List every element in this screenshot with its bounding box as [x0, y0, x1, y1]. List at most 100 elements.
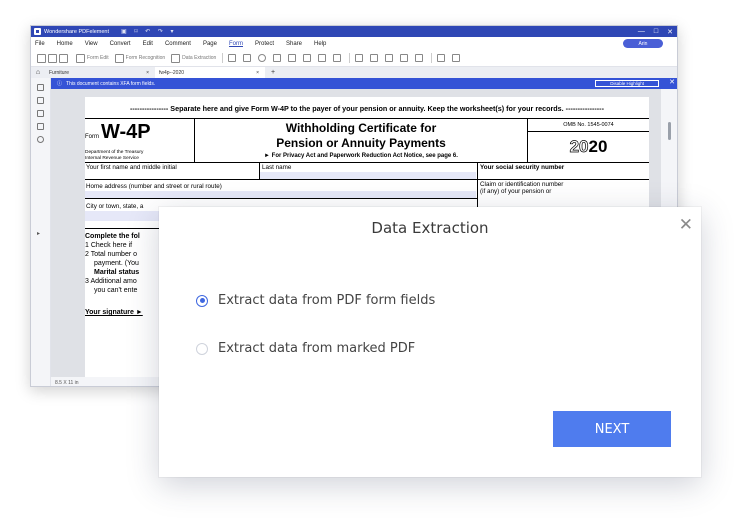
- text-field-icon[interactable]: [228, 54, 237, 62]
- hand-tool-icon[interactable]: [48, 53, 57, 63]
- image-field-icon[interactable]: [318, 54, 327, 62]
- thumbnail-icon[interactable]: [37, 84, 44, 91]
- address-field[interactable]: [85, 191, 476, 198]
- data-extraction-dialog: Data Extraction ✕ Extract data from PDF …: [159, 207, 701, 477]
- form-toolbar: Form Edit Form Recognition Data Extracti…: [31, 50, 677, 67]
- menu-help[interactable]: Help: [314, 41, 326, 47]
- close-window-button[interactable]: ✕: [667, 28, 673, 36]
- notice-text: This document contains XFA form fields.: [66, 80, 156, 87]
- radio-button-icon[interactable]: [258, 54, 267, 62]
- option-extract-form-fields[interactable]: Extract data from PDF form fields: [196, 293, 435, 308]
- screen: Wondershare PDFelement ▣ ⌑ ↶ ↷ ▾ — □ ✕ F…: [0, 0, 742, 525]
- tab-furniture[interactable]: Furniture ×: [45, 67, 155, 78]
- list-box-icon[interactable]: [288, 54, 297, 62]
- close-tab-icon[interactable]: ×: [256, 70, 259, 76]
- menu-share[interactable]: Share: [286, 41, 302, 47]
- import-data-icon[interactable]: [370, 54, 379, 62]
- toolbar-divider: [431, 53, 433, 63]
- new-tab-button[interactable]: +: [271, 69, 275, 76]
- combo-box-icon[interactable]: [273, 54, 282, 62]
- form-year: 2020: [569, 137, 608, 157]
- left-sidebar: ▸: [31, 78, 51, 386]
- close-tab-icon[interactable]: ×: [146, 70, 149, 76]
- select-tool-icon[interactable]: [37, 53, 46, 63]
- form-title-block: Withholding Certificate for Pension or A…: [195, 119, 527, 162]
- menu-home[interactable]: Home: [57, 41, 73, 47]
- claim-label: Claim or identification number (if any) …: [480, 181, 564, 195]
- align-icon[interactable]: [437, 54, 446, 62]
- user-account-button[interactable]: Arin: [623, 39, 663, 48]
- form-recognition-button[interactable]: Form Recognition: [114, 53, 165, 63]
- data-extraction-button[interactable]: Data Extraction: [171, 53, 216, 63]
- menu-convert[interactable]: Convert: [110, 41, 131, 47]
- export-data-icon[interactable]: [385, 54, 394, 62]
- app-logo-icon: [34, 28, 41, 35]
- quick-access-icons[interactable]: ▣ ⌑ ↶ ↷ ▾: [121, 28, 176, 35]
- bookmark-icon[interactable]: [37, 97, 44, 104]
- rule: [85, 198, 477, 199]
- menu-edit[interactable]: Edit: [143, 41, 153, 47]
- form-edit-button[interactable]: Form Edit: [76, 53, 109, 63]
- checkbox-icon[interactable]: [243, 54, 252, 62]
- next-button[interactable]: NEXT: [553, 411, 671, 447]
- home-icon[interactable]: ⌂: [31, 69, 45, 76]
- menu-protect[interactable]: Protect: [255, 41, 274, 47]
- signature-label: Your signature ►: [85, 309, 143, 316]
- form-id: W-4P: [101, 121, 151, 143]
- last-name-label: Last name: [262, 164, 292, 171]
- attachment-icon[interactable]: [37, 123, 44, 130]
- ssn-label: Your social security number: [480, 164, 565, 171]
- close-notice-icon[interactable]: ✕: [669, 78, 675, 86]
- scrollbar-thumb[interactable]: [668, 122, 671, 140]
- rule: [85, 162, 649, 163]
- edit-tool-icon[interactable]: [59, 53, 68, 63]
- title-bar: Wondershare PDFelement ▣ ⌑ ↶ ↷ ▾ — □ ✕: [31, 26, 677, 37]
- button-field-icon[interactable]: [303, 54, 312, 62]
- tab-fw4p-2020[interactable]: fw4p--2020 ×: [155, 67, 265, 78]
- address-label: Home address (number and street or rural…: [86, 183, 222, 190]
- window-controls: — □ ✕: [638, 26, 673, 37]
- page-size: 8.5 X 11 in: [55, 379, 79, 386]
- form-recognition-icon: [114, 53, 124, 63]
- highlight-fields-icon[interactable]: [415, 54, 424, 62]
- form-title: Withholding Certificate for: [285, 121, 437, 135]
- disable-highlight-button[interactable]: Disable Highlight: [595, 80, 659, 87]
- clear-form-icon[interactable]: [400, 54, 409, 62]
- privacy-note: ► For Privacy Act and Paperwork Reductio…: [264, 153, 458, 159]
- signature-field-icon[interactable]: [333, 54, 342, 62]
- date-field-icon[interactable]: [355, 54, 364, 62]
- menu-comment[interactable]: Comment: [165, 41, 191, 47]
- city-label: City or town, state, a: [86, 203, 144, 210]
- rule: [85, 179, 649, 180]
- menu-form[interactable]: Form: [229, 41, 243, 47]
- form-edit-icon: [76, 53, 85, 63]
- expand-sidebar-icon[interactable]: ▸: [37, 230, 40, 237]
- last-name-field[interactable]: [260, 172, 476, 179]
- first-name-label: Your first name and middle initial: [86, 164, 177, 171]
- separator-text: ---------------- Separate here and give …: [130, 104, 604, 113]
- info-icon: ⓘ: [57, 81, 63, 87]
- omb-block: OMB No. 1545-0074 2020: [527, 119, 649, 162]
- xfa-notice-bar: ⓘ This document contains XFA form fields…: [51, 78, 677, 89]
- minimize-button[interactable]: —: [638, 28, 645, 35]
- menu-file[interactable]: File: [35, 41, 45, 47]
- toolbar-divider: [222, 53, 224, 63]
- maximize-button[interactable]: □: [654, 28, 658, 35]
- document-tabs: ⌂ Furniture × fw4p--2020 × +: [31, 67, 677, 78]
- close-icon[interactable]: ✕: [679, 216, 693, 234]
- distribute-icon[interactable]: [452, 54, 461, 62]
- toolbar-divider: [349, 53, 351, 63]
- data-extraction-icon: [171, 53, 181, 63]
- comment-icon[interactable]: [37, 110, 44, 117]
- dialog-title: Data Extraction: [371, 219, 489, 237]
- form-id-block: Form W-4P Department of the Treasury Inte…: [85, 119, 195, 162]
- radio-marked-pdf[interactable]: [196, 342, 208, 355]
- form-subtitle: Pension or Annuity Payments: [276, 136, 446, 150]
- search-icon[interactable]: [37, 136, 44, 143]
- radio-form-fields[interactable]: [196, 294, 208, 307]
- app-title: Wondershare PDFelement: [44, 28, 110, 35]
- menu-bar: File Home View Convert Edit Comment Page…: [31, 37, 677, 50]
- option-extract-marked-pdf[interactable]: Extract data from marked PDF: [196, 341, 415, 356]
- menu-page[interactable]: Page: [203, 41, 217, 47]
- menu-view[interactable]: View: [85, 41, 98, 47]
